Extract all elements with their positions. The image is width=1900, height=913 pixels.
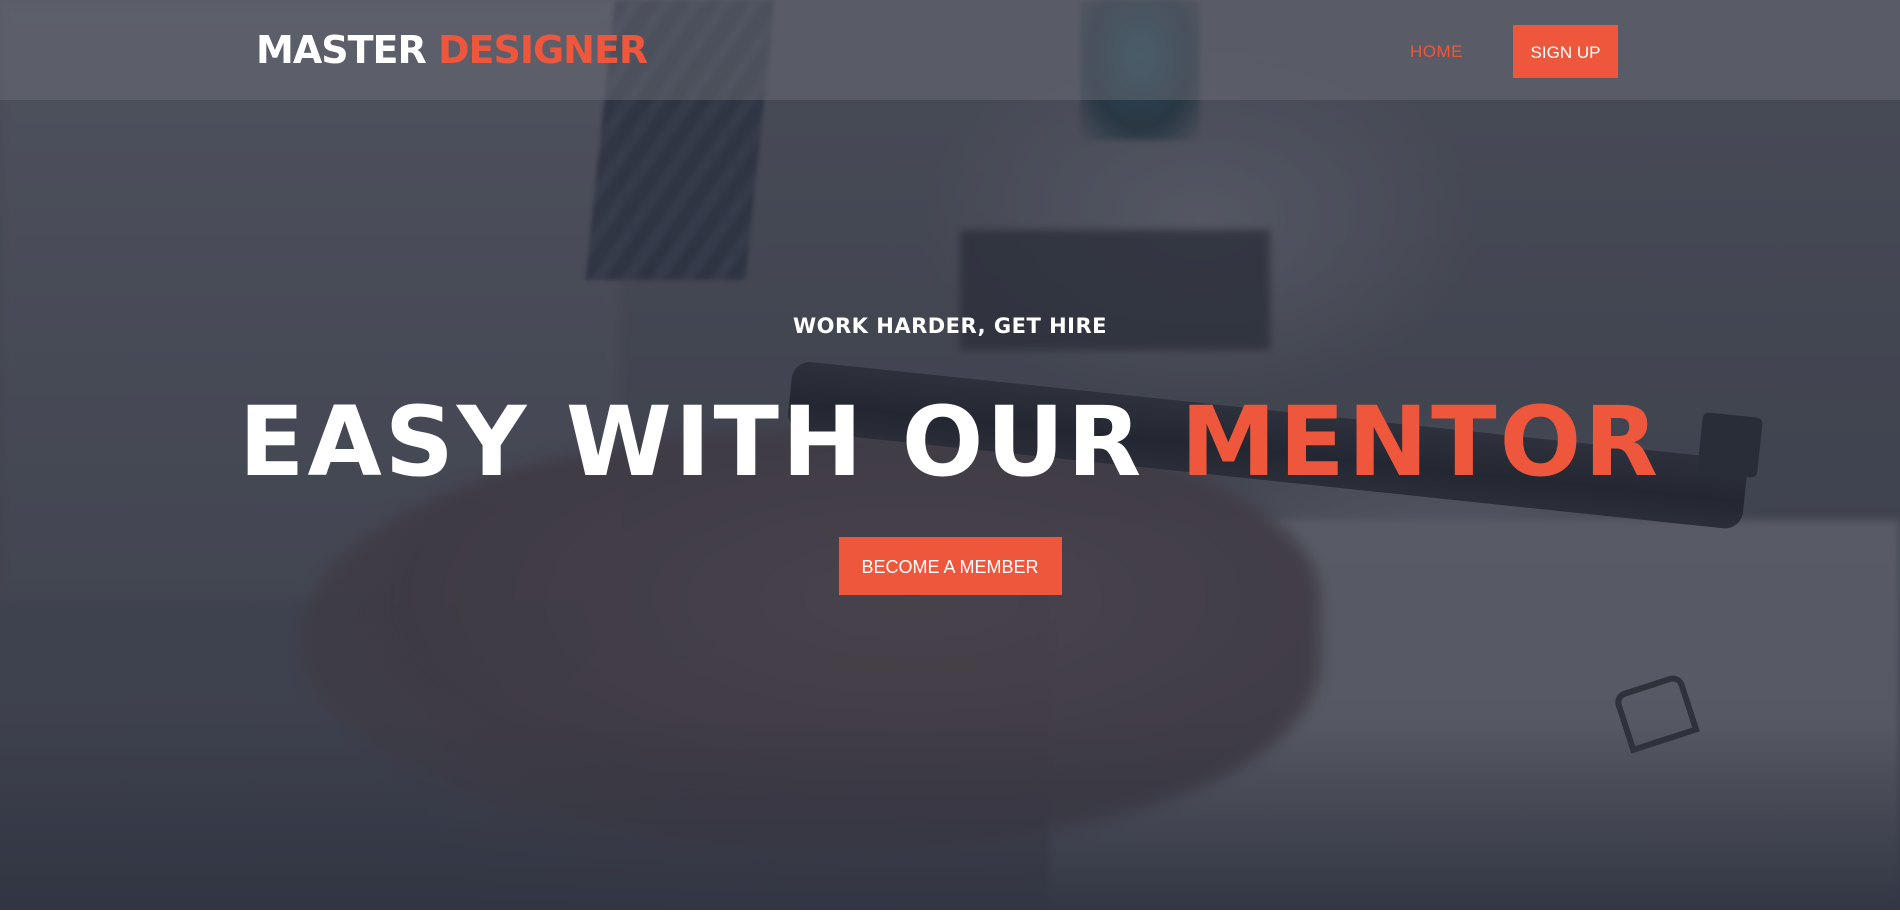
logo-text-accent: DESIGNER [437, 28, 648, 72]
become-member-button[interactable]: BECOME A MEMBER [838, 537, 1062, 595]
page: MASTER DESIGNER HOME SIGN UP WORK HARDER… [0, 0, 1900, 913]
hero-headline-primary: EASY WITH OUR [238, 386, 1145, 498]
site-header: MASTER DESIGNER HOME SIGN UP [0, 0, 1900, 100]
hero-headline-accent: MENTOR [1180, 386, 1662, 498]
nav-home-link[interactable]: HOME [1410, 42, 1463, 62]
signup-button[interactable]: SIGN UP [1513, 25, 1618, 78]
hero-kicker: WORK HARDER, GET HIRE [792, 314, 1107, 338]
main-nav: HOME SIGN UP [1410, 25, 1618, 78]
hero-cta-container: BECOME A MEMBER [0, 537, 1900, 595]
hero-headline: EASY WITH OUR MENTOR [0, 386, 1900, 498]
logo-text-primary: MASTER [256, 28, 427, 72]
site-logo[interactable]: MASTER DESIGNER [256, 28, 648, 72]
